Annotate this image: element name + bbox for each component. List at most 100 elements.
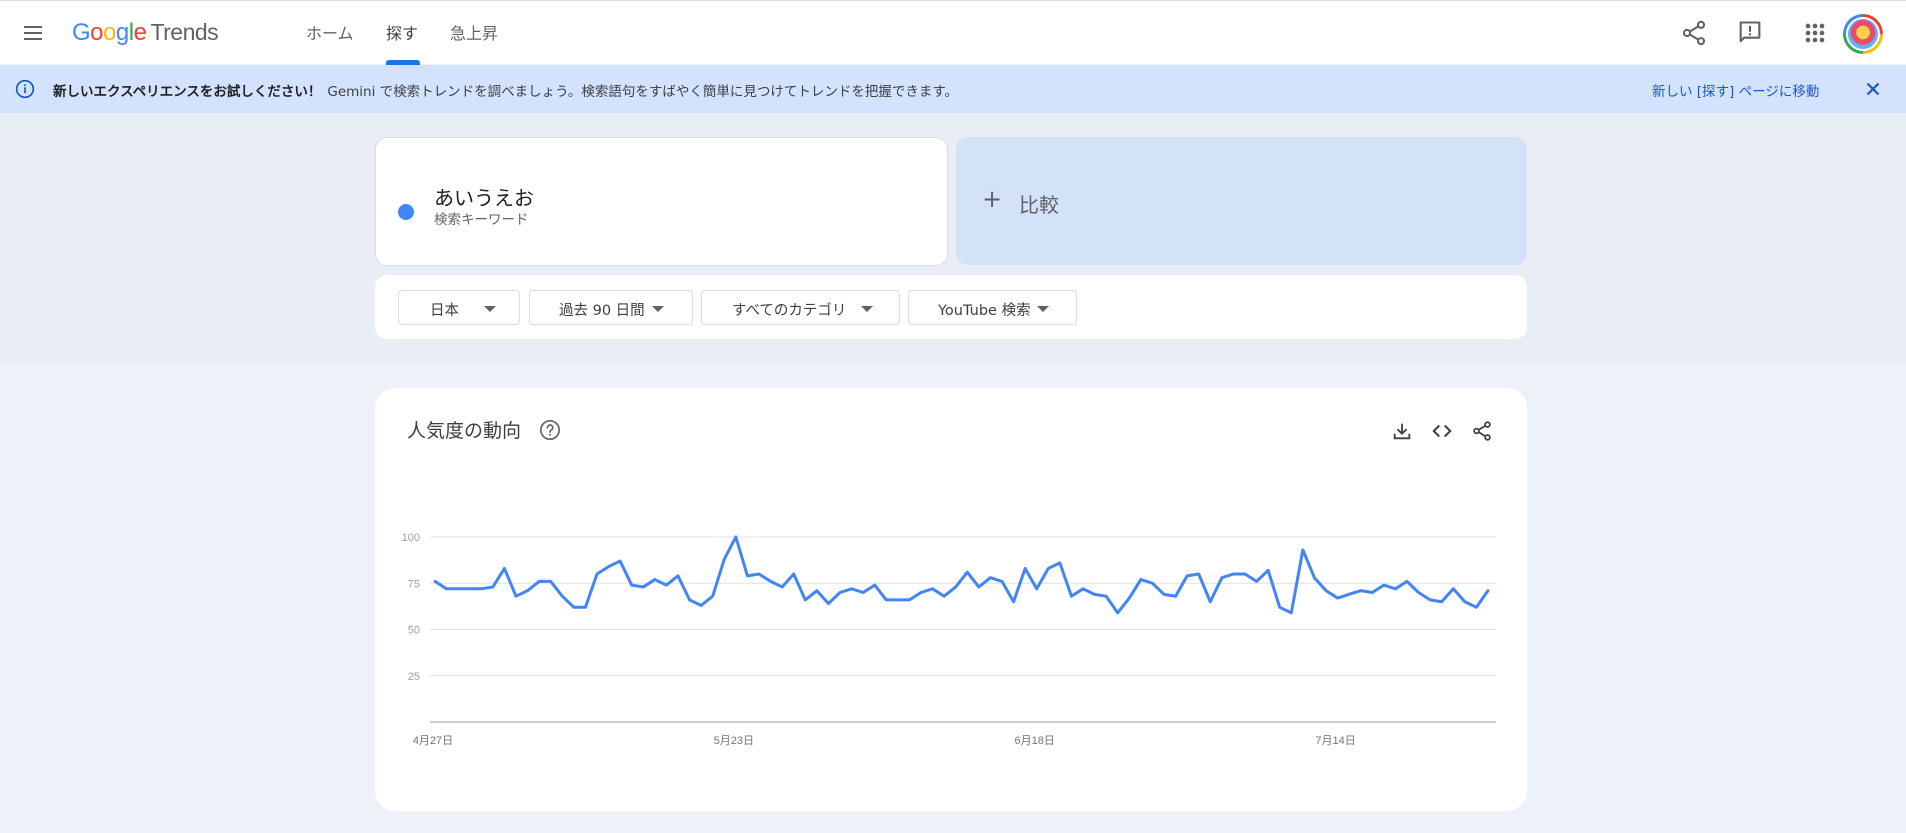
data-point[interactable] (1079, 585, 1087, 593)
data-point[interactable] (1114, 609, 1122, 617)
data-point[interactable] (651, 576, 659, 584)
category-filter[interactable]: すべてのカテゴリ (701, 290, 900, 325)
close-icon[interactable] (1862, 78, 1884, 100)
data-point[interactable] (975, 583, 983, 591)
data-point[interactable] (1345, 590, 1353, 598)
data-point[interactable] (1299, 546, 1307, 554)
new-explore-link[interactable]: 新しい [探す] ページに移動 (1652, 80, 1819, 100)
data-point[interactable] (1172, 592, 1180, 600)
data-point[interactable] (917, 589, 925, 597)
search-term-card[interactable]: あいうえお 検索キーワード (375, 137, 948, 266)
data-point[interactable] (1218, 574, 1226, 582)
share-icon[interactable] (1680, 19, 1708, 47)
data-point[interactable] (674, 572, 682, 580)
data-point[interactable] (1322, 587, 1330, 595)
data-point[interactable] (1264, 566, 1272, 574)
data-point[interactable] (1148, 579, 1156, 587)
data-point[interactable] (1426, 596, 1434, 604)
data-point[interactable] (709, 592, 717, 600)
data-point[interactable] (767, 577, 775, 585)
region-filter[interactable]: 日本 (398, 290, 520, 325)
data-point[interactable] (905, 596, 913, 604)
data-point[interactable] (859, 589, 867, 597)
data-point[interactable] (512, 592, 520, 600)
data-point[interactable] (813, 587, 821, 595)
data-point[interactable] (593, 570, 601, 578)
data-point[interactable] (778, 583, 786, 591)
data-point[interactable] (558, 592, 566, 600)
data-point[interactable] (1229, 570, 1237, 578)
data-point[interactable] (1102, 592, 1110, 600)
data-point[interactable] (940, 592, 948, 600)
data-point[interactable] (732, 533, 740, 541)
data-point[interactable] (686, 596, 694, 604)
data-point[interactable] (836, 589, 844, 597)
data-point[interactable] (824, 600, 832, 608)
data-point[interactable] (1044, 564, 1052, 572)
data-point[interactable] (662, 581, 670, 589)
data-point[interactable] (524, 587, 532, 595)
tab-explore[interactable]: 探す (386, 1, 418, 65)
data-point[interactable] (581, 603, 589, 611)
tab-trending[interactable]: 急上昇 (450, 1, 498, 65)
data-point[interactable] (801, 596, 809, 604)
data-point[interactable] (848, 585, 856, 593)
data-point[interactable] (1091, 590, 1099, 598)
data-point[interactable] (431, 577, 439, 585)
data-point[interactable] (454, 585, 462, 593)
data-point[interactable] (547, 577, 555, 585)
avatar[interactable] (1843, 14, 1883, 54)
data-point[interactable] (1021, 564, 1029, 572)
data-point[interactable] (1195, 570, 1203, 578)
data-point[interactable] (1357, 587, 1365, 595)
data-point[interactable] (1056, 559, 1064, 567)
data-point[interactable] (1380, 581, 1388, 589)
data-point[interactable] (605, 563, 613, 571)
search-type-filter[interactable]: YouTube 検索 (908, 290, 1077, 325)
data-point[interactable] (1137, 576, 1145, 584)
feedback-icon[interactable] (1736, 19, 1764, 47)
data-point[interactable] (1334, 594, 1342, 602)
data-point[interactable] (489, 583, 497, 591)
data-point[interactable] (628, 581, 636, 589)
google-trends-logo[interactable]: Google Trends (72, 19, 219, 47)
data-point[interactable] (790, 570, 798, 578)
data-point[interactable] (882, 596, 890, 604)
data-point[interactable] (639, 583, 647, 591)
data-point[interactable] (743, 572, 751, 580)
data-point[interactable] (500, 564, 508, 572)
tab-home[interactable]: ホーム (306, 1, 354, 65)
data-point[interactable] (1368, 589, 1376, 597)
time-range-filter[interactable]: 過去 90 日間 (529, 290, 693, 325)
data-point[interactable] (477, 585, 485, 593)
data-point[interactable] (466, 585, 474, 593)
data-point[interactable] (1067, 592, 1075, 600)
data-point[interactable] (1391, 585, 1399, 593)
data-point[interactable] (1310, 574, 1318, 582)
data-point[interactable] (952, 583, 960, 591)
data-point[interactable] (1415, 589, 1423, 597)
apps-icon[interactable] (1801, 19, 1829, 47)
data-point[interactable] (1206, 598, 1214, 606)
data-point[interactable] (1160, 590, 1168, 598)
data-point[interactable] (1183, 572, 1191, 580)
data-point[interactable] (443, 585, 451, 593)
data-point[interactable] (1461, 598, 1469, 606)
series-line[interactable] (433, 535, 1490, 615)
data-point[interactable] (1484, 587, 1492, 595)
data-point[interactable] (998, 577, 1006, 585)
data-point[interactable] (720, 555, 728, 563)
data-point[interactable] (1033, 585, 1041, 593)
data-point[interactable] (1438, 598, 1446, 606)
data-point[interactable] (535, 577, 543, 585)
data-point[interactable] (1253, 577, 1261, 585)
data-point[interactable] (929, 585, 937, 593)
data-point[interactable] (697, 601, 705, 609)
data-point[interactable] (1472, 603, 1480, 611)
menu-icon[interactable] (20, 20, 46, 46)
data-point[interactable] (894, 596, 902, 604)
data-point[interactable] (871, 581, 879, 589)
data-point[interactable] (616, 557, 624, 565)
search-term-name[interactable]: あいうえお (434, 182, 534, 211)
data-point[interactable] (1241, 570, 1249, 578)
